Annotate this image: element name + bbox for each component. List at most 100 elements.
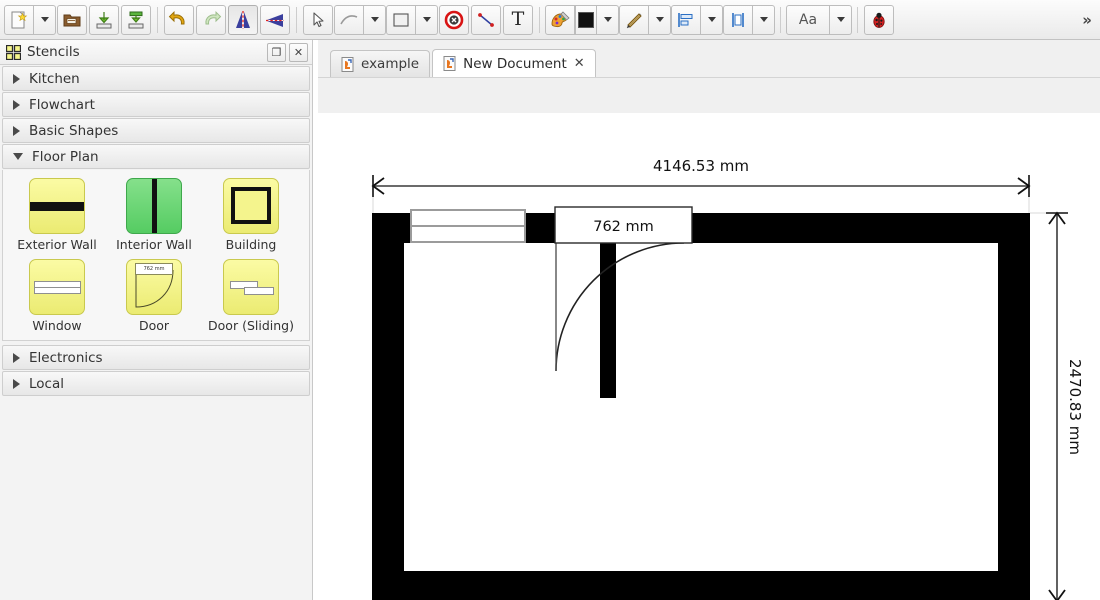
stencil-item-interior-wall[interactable]: Interior Wall (111, 178, 197, 253)
color-swatch-black-icon (578, 11, 594, 28)
chevron-down-icon (13, 153, 23, 160)
stencil-item-label: Window (32, 318, 82, 333)
stencil-item-exterior-wall[interactable]: Exterior Wall (14, 178, 100, 253)
sidebar-group-label: Basic Shapes (29, 122, 119, 139)
delete-button[interactable] (439, 4, 469, 35)
stencil-item-building[interactable]: Building (208, 178, 294, 253)
line-color-group (619, 4, 671, 35)
font-button[interactable]: Aa (786, 4, 830, 35)
chevron-down-icon (603, 17, 612, 22)
stencils-panel-header: Stencils ❐ ✕ (0, 40, 312, 65)
fill-color-group (545, 4, 619, 35)
toolbar-separator (157, 6, 158, 33)
stencil-item-door[interactable]: 762 mm Door (111, 259, 197, 334)
undo-button[interactable] (164, 4, 194, 35)
distribute-button[interactable] (723, 4, 753, 35)
stencil-item-label: Door (Sliding) (208, 318, 294, 333)
interior-wall[interactable] (600, 242, 616, 398)
save-as-button[interactable] (121, 4, 151, 35)
flip-horizontal-icon (236, 10, 250, 29)
stencil-item-label: Interior Wall (116, 237, 192, 252)
stencil-item-label: Building (225, 237, 277, 252)
flip-vertical-icon (266, 13, 284, 27)
document-area: example New Document ✕ 4146.53 mm 2470.8… (318, 40, 1100, 600)
align-dropdown[interactable] (701, 4, 723, 35)
font-dropdown[interactable] (830, 4, 852, 35)
rectangle-tool-group (386, 4, 438, 35)
stencil-row: Window 762 mm Door Door (Sliding) (3, 259, 309, 334)
document-icon (443, 56, 457, 71)
canvas-top-band (318, 78, 1100, 113)
chevron-down-icon (759, 17, 768, 22)
save-button[interactable] (89, 4, 119, 35)
sidebar-group-basic-shapes[interactable]: Basic Shapes (2, 118, 310, 143)
open-folder-icon (63, 14, 81, 26)
stencil-item-door-sliding[interactable]: Door (Sliding) (208, 259, 294, 334)
fill-color-button[interactable] (545, 4, 575, 35)
text-tool-button[interactable]: T (503, 4, 533, 35)
rectangle-tool-button[interactable] (386, 4, 416, 35)
sidebar-group-flowchart[interactable]: Flowchart (2, 92, 310, 117)
sidebar-group-local[interactable]: Local (2, 371, 310, 396)
delete-circle-icon (444, 10, 464, 29)
flip-vertical-button[interactable] (260, 4, 290, 35)
chevron-down-icon (655, 17, 664, 22)
stencils-close-button[interactable]: ✕ (289, 42, 308, 62)
tab-example[interactable]: example (330, 50, 431, 77)
toolbar-overflow-button[interactable]: » (1082, 11, 1092, 29)
sidebar-group-floor-plan[interactable]: Floor Plan (2, 144, 310, 169)
document-tab-bar: example New Document ✕ (318, 40, 1100, 78)
height-dimension-label: 2470.83 mm (1066, 359, 1084, 455)
chevron-right-icon (13, 378, 20, 389)
tab-close-button[interactable]: ✕ (574, 56, 585, 71)
document-icon (341, 56, 355, 72)
font-aa-icon: Aa (798, 11, 818, 28)
rectangle-tool-dropdown[interactable] (416, 4, 438, 35)
line-tool-dropdown[interactable] (364, 4, 386, 35)
line-tool-group (334, 4, 386, 35)
pointer-cursor-icon (313, 11, 324, 27)
window-shape[interactable] (410, 209, 526, 243)
select-tool-button[interactable] (303, 4, 333, 35)
exterior-wall-stencil-icon (29, 178, 85, 234)
open-button[interactable] (57, 4, 87, 35)
align-button[interactable] (671, 4, 701, 35)
distribute-group (723, 4, 775, 35)
redo-button[interactable] (196, 4, 226, 35)
debug-button[interactable] (864, 4, 894, 35)
stencil-item-label: Exterior Wall (17, 237, 97, 252)
flip-horizontal-button[interactable] (228, 4, 258, 35)
stencils-float-button[interactable]: ❐ (267, 42, 286, 62)
save-icon (96, 11, 112, 28)
tab-label: New Document (463, 55, 567, 72)
text-t-icon: T (511, 8, 525, 30)
stencil-item-window[interactable]: Window (14, 259, 100, 334)
fill-color-swatch[interactable] (575, 4, 597, 35)
fill-color-dropdown[interactable] (597, 4, 619, 35)
drawing-canvas[interactable]: 4146.53 mm 2470.83 mm 762 mm (318, 113, 1100, 600)
sidebar-group-electronics[interactable]: Electronics (2, 345, 310, 370)
align-left-icon (678, 12, 693, 27)
save-as-icon (128, 11, 144, 28)
new-document-button[interactable] (4, 4, 34, 35)
distribute-dropdown[interactable] (753, 4, 775, 35)
sidebar-group-kitchen[interactable]: Kitchen (2, 66, 310, 91)
line-tool-button[interactable] (334, 4, 364, 35)
new-document-dropdown[interactable] (34, 4, 56, 35)
sidebar-group-label: Electronics (29, 349, 103, 366)
door-dimension-label: 762 mm (593, 219, 654, 235)
connector-tool-button[interactable] (471, 4, 501, 35)
tab-new-document[interactable]: New Document ✕ (432, 49, 596, 77)
door-shape[interactable]: 762 mm (554, 113, 693, 372)
toolbar-separator (857, 6, 858, 33)
exterior-walls[interactable] (372, 213, 1030, 600)
fill-palette-icon (551, 10, 570, 27)
pencil-icon (626, 12, 642, 28)
line-icon (340, 14, 358, 24)
chevron-right-icon (13, 352, 20, 363)
chevron-right-icon (13, 73, 20, 84)
stencils-panel-title: Stencils (27, 44, 80, 60)
line-color-button[interactable] (619, 4, 649, 35)
floor-plan-stencil-list: Exterior Wall Interior Wall Building Win… (2, 170, 310, 341)
line-color-dropdown[interactable] (649, 4, 671, 35)
